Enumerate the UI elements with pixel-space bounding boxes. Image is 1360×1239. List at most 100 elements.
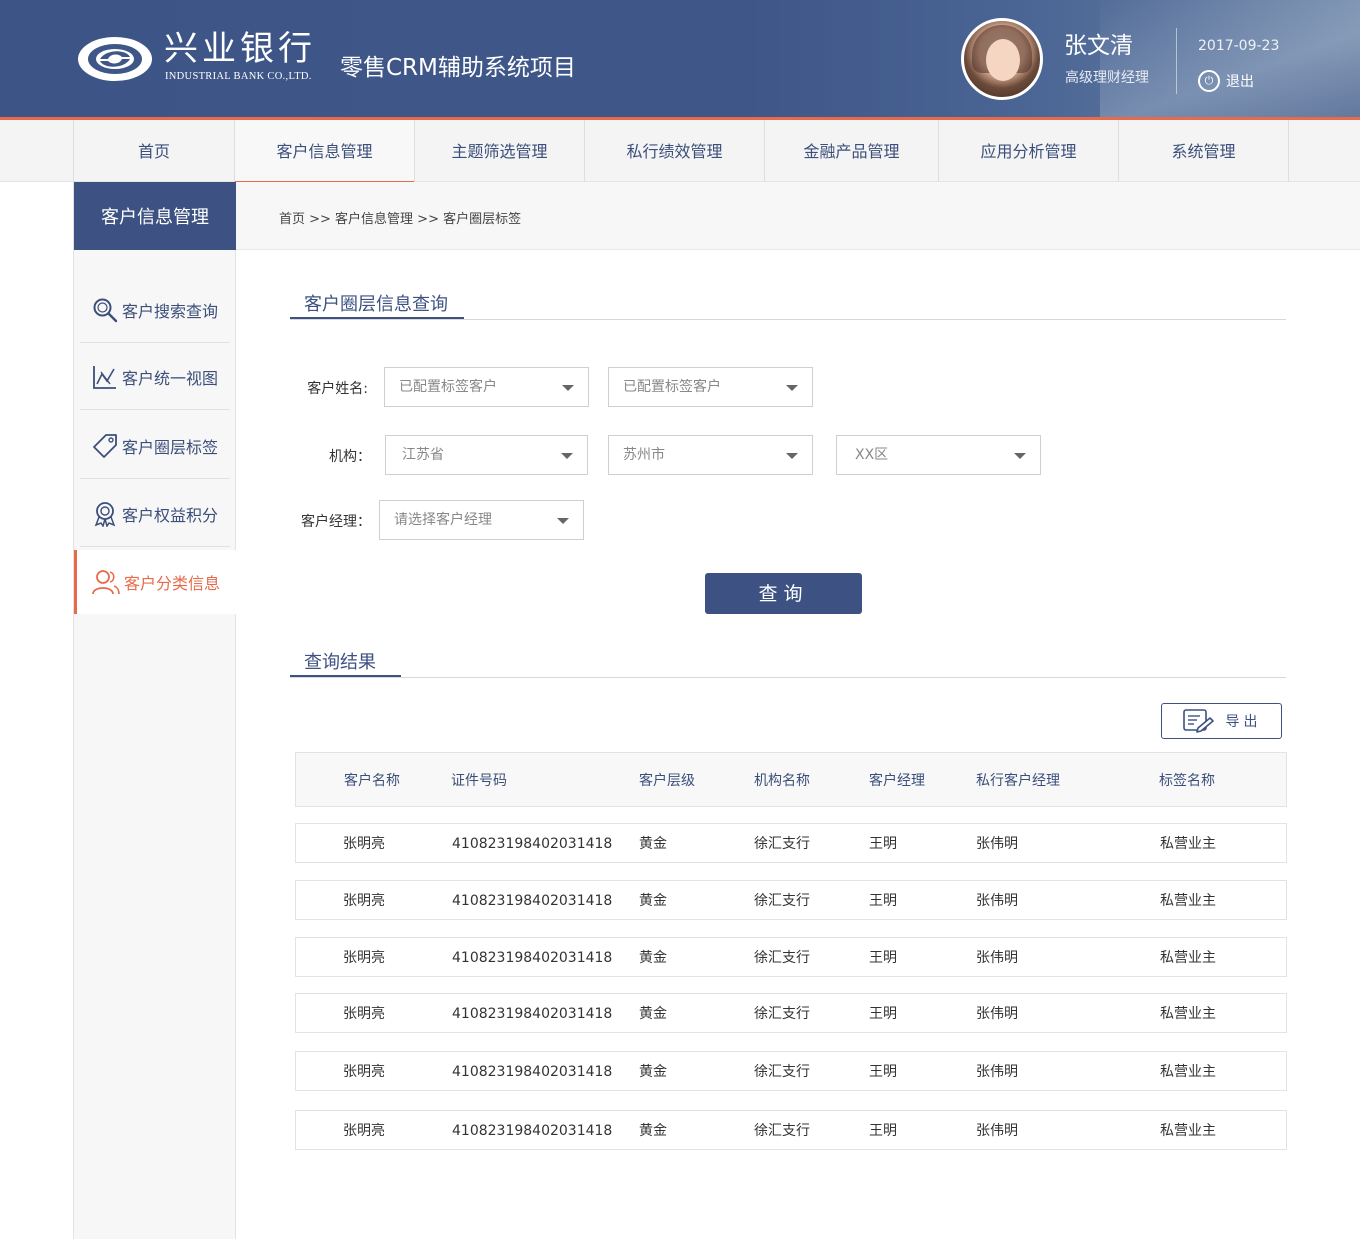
cell-tag-name: 私营业主 [1160, 1064, 1216, 1080]
export-button[interactable]: 导出 [1161, 703, 1282, 739]
cell-manager: 王明 [869, 836, 897, 852]
header-decoration [1100, 0, 1360, 117]
cell-private-manager: 张伟明 [976, 1123, 1018, 1139]
cell-org-name: 徐汇支行 [754, 1006, 810, 1022]
column-header[interactable]: 私行客户经理 [976, 753, 1060, 810]
cell-customer-level: 黄金 [639, 893, 667, 909]
cell-tag-name: 私营业主 [1160, 950, 1216, 966]
cell-manager: 王明 [869, 1064, 897, 1080]
org-province-select[interactable]: 江苏省 [385, 435, 588, 475]
column-header[interactable]: 客户经理 [869, 753, 925, 810]
user-role: 高级理财经理 [1065, 70, 1149, 86]
table-row[interactable]: 张明亮 410823198402031418 黄金 徐汇支行 王明 张伟明 私营… [295, 993, 1287, 1033]
cell-customer-level: 黄金 [639, 1006, 667, 1022]
sidebar: 客户信息管理 客户搜索查询 客户统一视图 客户圈层标签 客户权益积分 客户分类信… [73, 182, 236, 1239]
chevron-down-icon [557, 518, 569, 524]
cell-customer-name: 张明亮 [343, 893, 385, 909]
nav-item-home[interactable]: 首页 [73, 120, 234, 182]
nav-item-financial-products[interactable]: 金融产品管理 [764, 120, 938, 182]
nav-item-system[interactable]: 系统管理 [1118, 120, 1289, 182]
chevron-down-icon [786, 385, 798, 391]
tag-icon [93, 433, 117, 458]
cell-org-name: 徐汇支行 [754, 1064, 810, 1080]
cell-id-number: 410823198402031418 [452, 1123, 613, 1139]
cell-private-manager: 张伟明 [976, 1006, 1018, 1022]
column-header[interactable]: 标签名称 [1159, 753, 1215, 810]
column-header[interactable]: 客户层级 [639, 753, 695, 810]
export-icon [1182, 709, 1214, 733]
table-row[interactable]: 张明亮 410823198402031418 黄金 徐汇支行 王明 张伟明 私营… [295, 1051, 1287, 1091]
system-title: 零售CRM辅助系统项目 [340, 55, 576, 81]
sidebar-item-label: 客户权益积分 [122, 505, 219, 525]
table-row[interactable]: 张明亮 410823198402031418 黄金 徐汇支行 王明 张伟明 私营… [295, 1110, 1287, 1150]
select-value: XX区 [855, 447, 889, 463]
cell-tag-name: 私营业主 [1160, 893, 1216, 909]
cell-org-name: 徐汇支行 [754, 836, 810, 852]
cell-private-manager: 张伟明 [976, 950, 1018, 966]
sidebar-item-circle-tag[interactable]: 客户圈层标签 [80, 413, 230, 479]
user-avatar[interactable] [961, 18, 1043, 100]
column-header[interactable]: 证件号码 [451, 753, 507, 810]
chevron-down-icon [786, 453, 798, 459]
export-label: 导出 [1225, 714, 1262, 730]
breadcrumb: 首页 >> 客户信息管理 >> 客户圈层标签 [236, 182, 1360, 250]
select-value: 已配置标签客户 [399, 379, 497, 395]
current-date: 2017-09-23 [1198, 38, 1280, 54]
cell-manager: 王明 [869, 950, 897, 966]
cell-customer-name: 张明亮 [343, 836, 385, 852]
sidebar-item-label: 客户搜索查询 [122, 301, 219, 321]
sidebar-item-label: 客户分类信息 [124, 574, 221, 593]
customer-name-select-2[interactable]: 已配置标签客户 [608, 367, 813, 407]
header-divider [1176, 28, 1177, 94]
chevron-down-icon [562, 385, 574, 391]
sidebar-item-classification[interactable]: 客户分类信息 [74, 550, 236, 614]
nav-item-topic-filter[interactable]: 主题筛选管理 [414, 120, 584, 182]
column-header[interactable]: 机构名称 [754, 753, 810, 810]
cell-customer-name: 张明亮 [343, 1064, 385, 1080]
select-value: 苏州市 [623, 447, 665, 463]
logout-button[interactable]: ⏻ 退出 [1198, 70, 1254, 92]
nav-item-app-analysis[interactable]: 应用分析管理 [938, 120, 1118, 182]
query-button[interactable]: 查询 [705, 573, 862, 614]
cell-id-number: 410823198402031418 [452, 1064, 613, 1080]
manager-select[interactable]: 请选择客户经理 [379, 500, 584, 540]
table-row[interactable]: 张明亮 410823198402031418 黄金 徐汇支行 王明 张伟明 私营… [295, 823, 1287, 863]
power-icon: ⏻ [1198, 70, 1220, 92]
cell-org-name: 徐汇支行 [754, 950, 810, 966]
sidebar-item-label: 客户统一视图 [122, 368, 219, 388]
cell-org-name: 徐汇支行 [754, 1123, 810, 1139]
column-header[interactable]: 客户名称 [344, 753, 400, 810]
results-section-underline [290, 675, 401, 677]
customer-name-select-1[interactable]: 已配置标签客户 [384, 367, 589, 407]
select-value: 江苏省 [402, 447, 444, 463]
results-section-title: 查询结果 [304, 652, 376, 673]
table-row[interactable]: 张明亮 410823198402031418 黄金 徐汇支行 王明 张伟明 私营… [295, 937, 1287, 977]
query-section-title: 客户圈层信息查询 [304, 294, 448, 315]
org-label: 机构： [329, 449, 371, 465]
breadcrumb-text: 首页 >> 客户信息管理 >> 客户圈层标签 [279, 212, 522, 227]
bank-name-english: INDUSTRIAL BANK CO.,LTD. [165, 71, 312, 82]
cell-customer-name: 张明亮 [343, 950, 385, 966]
cell-manager: 王明 [869, 1006, 897, 1022]
sidebar-item-customer-search[interactable]: 客户搜索查询 [80, 277, 230, 343]
sidebar-item-unified-view[interactable]: 客户统一视图 [80, 344, 230, 410]
org-district-select[interactable]: XX区 [836, 435, 1041, 475]
bank-name: 兴业银行 [164, 29, 316, 69]
select-value: 已配置标签客户 [623, 379, 721, 395]
results-section-divider [290, 677, 1286, 678]
users-icon [92, 570, 120, 595]
sidebar-item-rights-points[interactable]: 客户权益积分 [80, 481, 230, 547]
query-section-underline [290, 317, 464, 319]
table-row[interactable]: 张明亮 410823198402031418 黄金 徐汇支行 王明 张伟明 私营… [295, 880, 1287, 920]
cell-customer-name: 张明亮 [343, 1123, 385, 1139]
main-nav: 首页 客户信息管理 主题筛选管理 私行绩效管理 金融产品管理 应用分析管理 系统… [0, 117, 1360, 183]
sidebar-title: 客户信息管理 [74, 182, 236, 250]
cell-customer-level: 黄金 [639, 836, 667, 852]
nav-item-private-performance[interactable]: 私行绩效管理 [584, 120, 764, 182]
app-header: 兴业银行 INDUSTRIAL BANK CO.,LTD. 零售CRM辅助系统项… [0, 0, 1360, 117]
search-icon [93, 298, 118, 322]
nav-item-customer-info[interactable]: 客户信息管理 [234, 120, 414, 183]
cell-customer-level: 黄金 [639, 1064, 667, 1080]
award-icon [94, 501, 116, 527]
org-city-select[interactable]: 苏州市 [608, 435, 813, 475]
